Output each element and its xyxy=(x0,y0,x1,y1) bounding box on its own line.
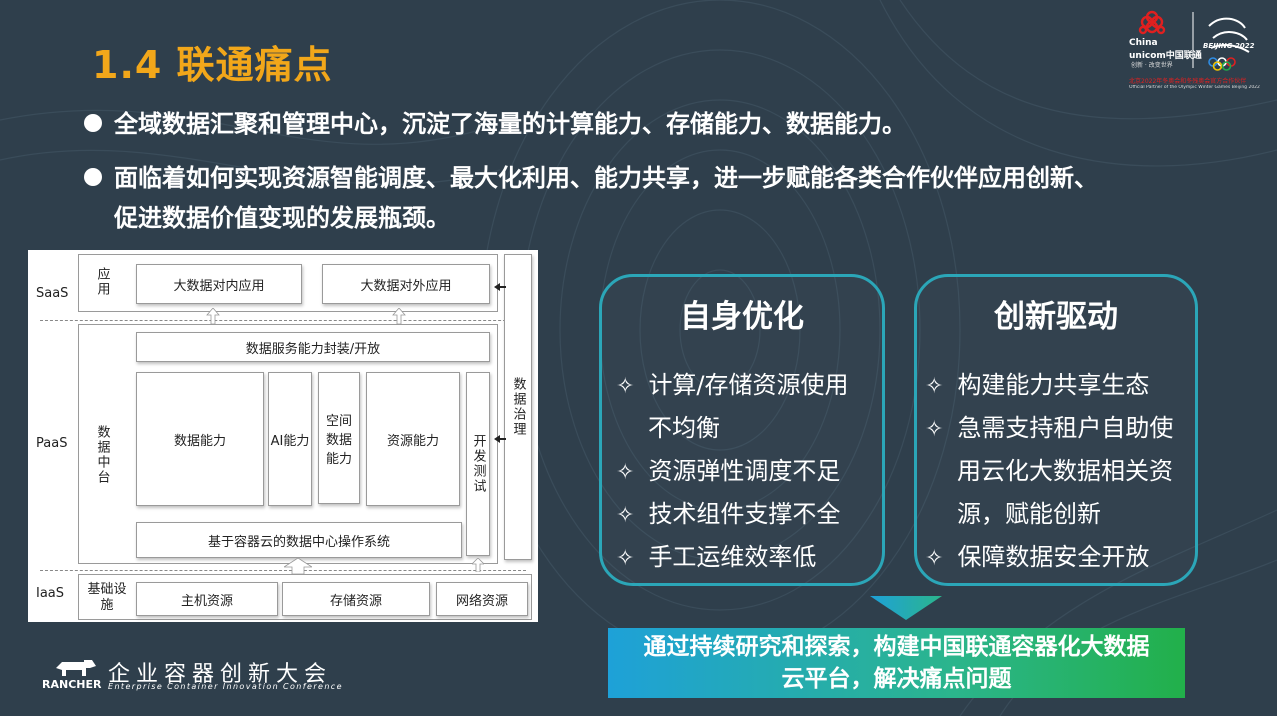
iaas-group-label: 基础设施 xyxy=(87,582,127,613)
bullet-2-continuation: 促进数据价值变现的发展瓶颈。 xyxy=(114,204,450,232)
card-title: 创新驱动 xyxy=(994,299,1118,335)
left-arrow-icon xyxy=(494,283,506,291)
star-outline-icon: ✧ xyxy=(925,374,944,399)
saas-group-label: 应用 xyxy=(94,267,110,297)
dev-test: 开发测试 xyxy=(466,372,490,556)
star-outline-icon: ✧ xyxy=(616,546,635,571)
bullet-dot-icon xyxy=(84,114,102,132)
star-outline-icon: ✧ xyxy=(616,374,635,399)
star-outline-icon: ✧ xyxy=(616,503,635,528)
card-item: ✧ 技术组件支撑不全 xyxy=(616,500,841,528)
up-arrow-icon xyxy=(206,308,220,324)
layer-label-iaas: IaaS xyxy=(36,586,65,601)
iaas-network-resource: 网络资源 xyxy=(436,582,528,616)
layer-label-saas: SaaS xyxy=(36,286,69,301)
down-arrow-icon xyxy=(870,596,942,620)
logo-area: China unicom中国联通 创新 · 改变世界 BEIJING 2022 … xyxy=(1129,8,1269,98)
partner-line-cn: 北京2022年冬奥会和冬残奥会官方合作伙伴 xyxy=(1129,78,1247,85)
layer-label-paas: PaaS xyxy=(36,436,68,451)
saas-external-apps: 大数据对外应用 xyxy=(322,264,490,304)
star-outline-icon: ✧ xyxy=(925,546,944,571)
card-item: ✧ 急需支持租户自助使 xyxy=(925,414,1174,442)
card-item-continuation: 源，赋能创新 xyxy=(957,500,1101,528)
rancher-logo xyxy=(56,660,96,676)
data-governance: 数据治理 xyxy=(504,254,532,560)
partner-line-en: Official Partner of the Olympic Winter G… xyxy=(1129,85,1260,90)
games-name: BEIJING 2022 xyxy=(1203,42,1255,50)
star-outline-icon: ✧ xyxy=(616,460,635,485)
left-arrow-icon xyxy=(494,435,506,443)
card-item: ✧ 保障数据安全开放 xyxy=(925,543,1150,571)
bullet-2: 面临着如何实现资源智能调度、最大化利用、能力共享，进一步赋能各类合作伙伴应用创新… xyxy=(84,158,1098,238)
card-self-optimization: 自身优化 ✧ 计算/存储资源使用 不均衡 ✧ 资源弹性调度不足 ✧ 技术组件支撑不全 … xyxy=(599,274,885,586)
star-outline-icon: ✧ xyxy=(925,417,944,442)
bullet-1: 全域数据汇聚和管理中心，沉淀了海量的计算能力、存储能力、数据能力。 xyxy=(84,104,906,144)
card-item: ✧ 构建能力共享生态 xyxy=(925,371,1150,399)
bullet-dot-icon xyxy=(84,168,102,186)
iaas-host-resource: 主机资源 xyxy=(136,582,278,616)
page-title: 1.4 联通痛点 xyxy=(92,43,333,87)
unicom-name-en: China xyxy=(1129,38,1158,48)
conference-name-en: Enterprise Container Innovation Conferen… xyxy=(108,682,343,691)
conclusion-banner: 通过持续研究和探索，构建中国联通容器化大数据 云平台，解决痛点问题 xyxy=(608,628,1185,698)
capability-spatial: 空间数据能力 xyxy=(318,372,360,504)
up-arrow-icon xyxy=(284,558,312,574)
capability-resource: 资源能力 xyxy=(366,372,460,506)
capability-data: 数据能力 xyxy=(136,372,264,506)
architecture-diagram: SaaS PaaS IaaS 应用 大数据对内应用 大数据对外应用 数据中台 数… xyxy=(28,250,538,622)
banner-line-2: 云平台，解决痛点问题 xyxy=(781,666,1012,692)
saas-internal-apps: 大数据对内应用 xyxy=(136,264,302,304)
up-arrow-icon xyxy=(472,558,484,572)
rancher-brand: RANCHER xyxy=(42,678,102,691)
banner-line-1: 通过持续研究和探索，构建中国联通容器化大数据 xyxy=(643,634,1150,660)
card-item: ✧ 计算/存储资源使用 xyxy=(616,371,849,399)
card-title: 自身优化 xyxy=(680,299,804,335)
card-item: ✧ 手工运维效率低 xyxy=(616,543,817,571)
iaas-storage-resource: 存储资源 xyxy=(282,582,430,616)
unicom-slogan: 创新 · 改变世界 xyxy=(1131,62,1173,69)
paas-group-label: 数据中台 xyxy=(94,425,110,485)
service-layer: 数据服务能力封装/开放 xyxy=(136,332,490,362)
divider-line xyxy=(40,320,526,321)
up-arrow-icon xyxy=(392,308,406,324)
card-item-continuation: 不均衡 xyxy=(648,414,720,442)
capability-ai: AI能力 xyxy=(268,372,312,506)
divider-line xyxy=(40,570,526,571)
card-innovation-driven: 创新驱动 ✧ 构建能力共享生态 ✧ 急需支持租户自助使 用云化大数据相关资 源，赋能… xyxy=(914,274,1198,586)
os-layer: 基于容器云的数据中心操作系统 xyxy=(136,522,462,558)
card-item-continuation: 用云化大数据相关资 xyxy=(957,457,1173,485)
card-item: ✧ 资源弹性调度不足 xyxy=(616,457,841,485)
